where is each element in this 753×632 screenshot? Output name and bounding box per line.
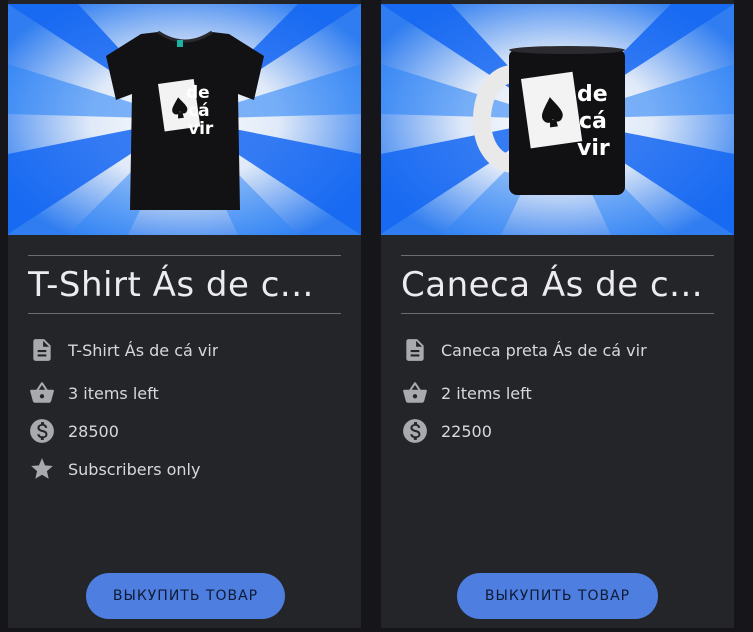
buy-button[interactable]: ВЫКУПИТЬ ТОВАР bbox=[457, 573, 658, 619]
title-top-rule bbox=[401, 255, 714, 256]
product-description: Caneca preta Ás de cá vir bbox=[441, 340, 647, 360]
svg-text:cá: cá bbox=[188, 101, 210, 121]
svg-text:de: de bbox=[186, 83, 210, 103]
product-title: Caneca Ás de c... bbox=[401, 265, 704, 305]
product-description-row: Caneca preta Ás de cá vir bbox=[401, 335, 724, 365]
svg-text:vir: vir bbox=[577, 136, 610, 161]
price-value: 28500 bbox=[68, 421, 119, 441]
price-value: 22500 bbox=[441, 421, 492, 441]
product-image-mug[interactable]: de cá vir bbox=[381, 4, 734, 235]
stock-row: 2 items left bbox=[401, 378, 724, 408]
stock-count: 2 items left bbox=[441, 383, 532, 403]
document-icon bbox=[28, 336, 56, 364]
product-description-row: T-Shirt Ás de cá vir bbox=[28, 335, 351, 365]
stock-count: 3 items left bbox=[68, 383, 159, 403]
access-restriction: Subscribers only bbox=[68, 459, 201, 479]
svg-text:cá: cá bbox=[579, 109, 607, 134]
title-bottom-rule bbox=[401, 313, 714, 314]
title-bottom-rule bbox=[28, 313, 341, 314]
basket-icon bbox=[28, 379, 56, 407]
document-icon bbox=[401, 336, 429, 364]
basket-icon bbox=[401, 379, 429, 407]
product-card-mug: de cá vir Caneca Ás de c... Caneca preta… bbox=[381, 0, 734, 628]
dollar-coin-icon bbox=[401, 417, 429, 445]
buy-button[interactable]: ВЫКУПИТЬ ТОВАР bbox=[86, 573, 285, 619]
svg-text:vir: vir bbox=[188, 119, 214, 139]
svg-text:de: de bbox=[577, 82, 608, 107]
title-top-rule bbox=[28, 255, 341, 256]
dollar-coin-icon bbox=[28, 417, 56, 445]
star-icon bbox=[28, 455, 56, 483]
product-card-tshirt: de cá vir T-Shirt Ás de c... T-Shirt Ás … bbox=[8, 0, 361, 628]
product-title: T-Shirt Ás de c... bbox=[28, 265, 314, 305]
tshirt-image: de cá vir bbox=[8, 4, 361, 235]
mug-image: de cá vir bbox=[381, 4, 734, 235]
access-row: Subscribers only bbox=[28, 454, 351, 484]
product-image-tshirt[interactable]: de cá vir bbox=[8, 4, 361, 235]
price-row: 28500 bbox=[28, 416, 351, 446]
stock-row: 3 items left bbox=[28, 378, 351, 408]
product-description: T-Shirt Ás de cá vir bbox=[68, 340, 219, 360]
price-row: 22500 bbox=[401, 416, 724, 446]
